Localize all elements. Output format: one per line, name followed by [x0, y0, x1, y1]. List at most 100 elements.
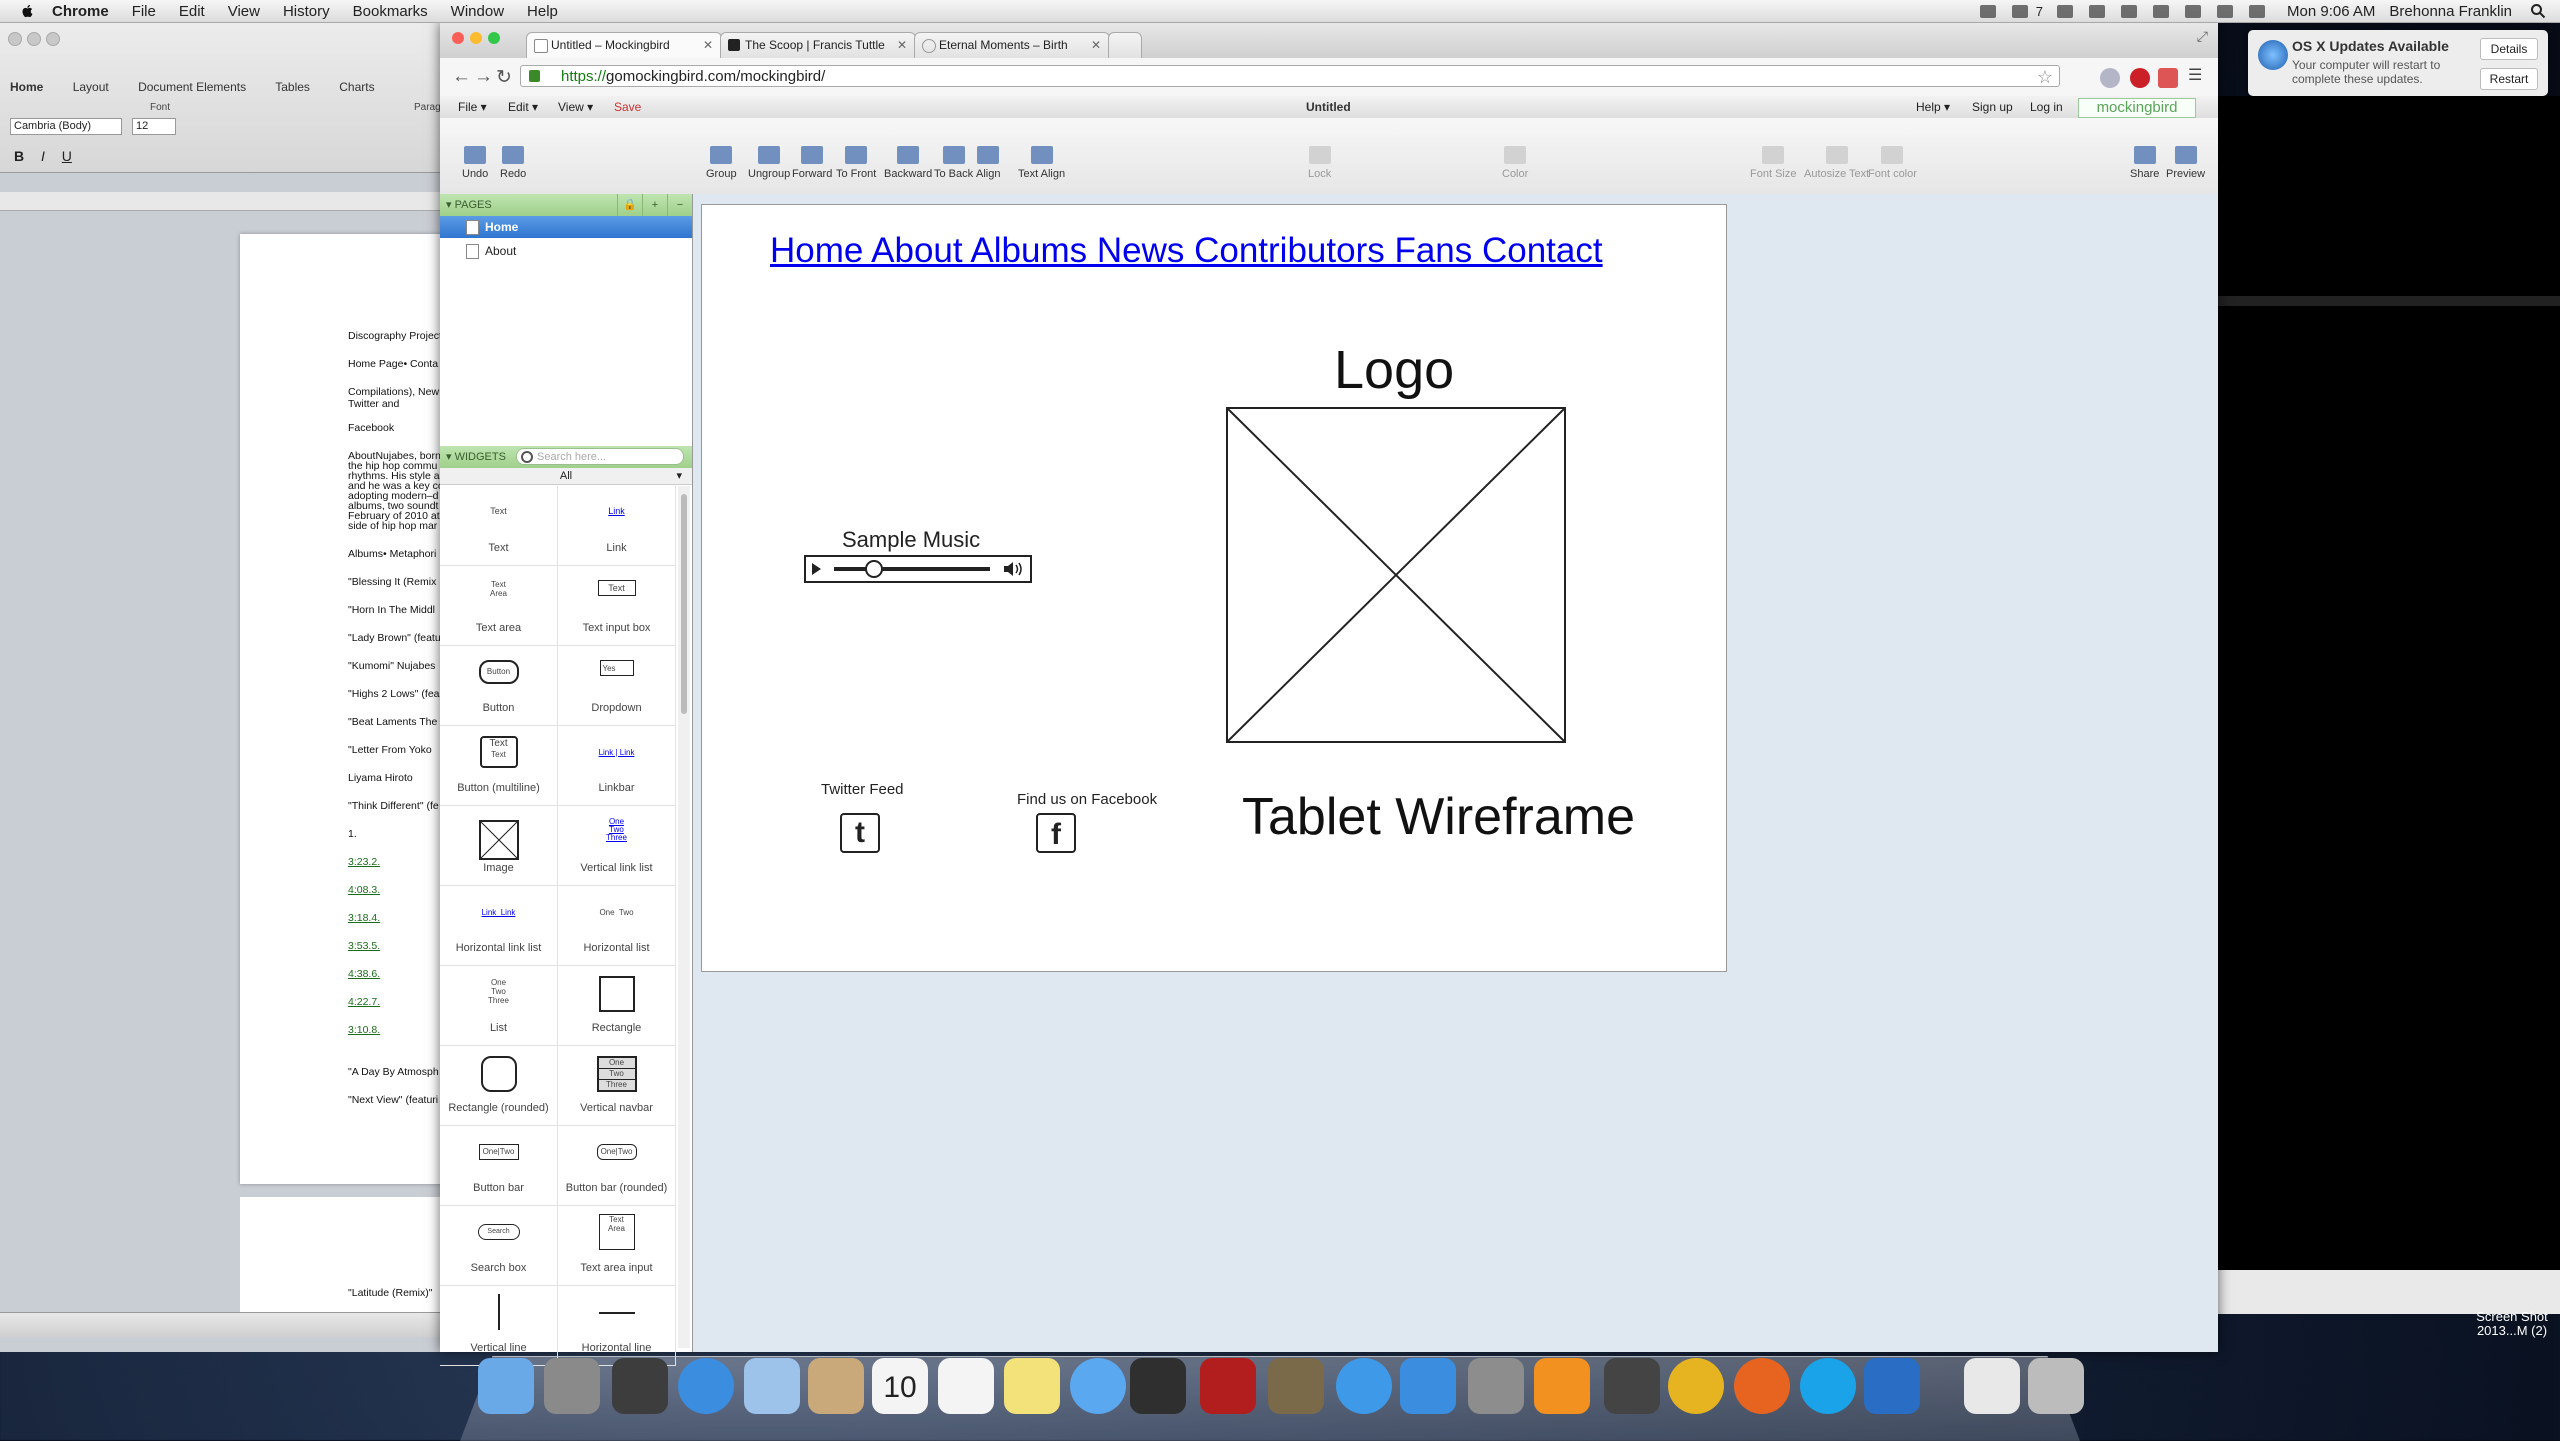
- pages-header[interactable]: ▾ PAGES 🔒 + −: [440, 194, 692, 216]
- widget-text-input-box[interactable]: Text Text input box: [558, 566, 676, 646]
- widget-list[interactable]: One Two Three List: [440, 966, 558, 1046]
- wireframe-tablet-label[interactable]: Tablet Wireframe: [1242, 787, 1635, 847]
- toolbar-button-preview[interactable]: Preview: [2166, 146, 2205, 180]
- save-link[interactable]: Save: [614, 100, 641, 114]
- menubar-clock[interactable]: Mon 9:06 AM: [2287, 3, 2375, 20]
- widget-text[interactable]: Text Text: [440, 486, 558, 566]
- widget-text-area[interactable]: Text Area Text area: [440, 566, 558, 646]
- time-machine-icon[interactable]: [2121, 4, 2138, 18]
- sign-up-link[interactable]: Sign up: [1972, 100, 2013, 114]
- page-item-home[interactable]: Home: [440, 216, 692, 238]
- menubar-help[interactable]: Help: [527, 3, 558, 20]
- toolbar-button-backward[interactable]: Backward: [884, 146, 932, 180]
- document-title[interactable]: Untitled: [1306, 100, 1351, 114]
- toolbar-button-to-back[interactable]: To Back: [934, 146, 973, 180]
- word-ruler[interactable]: [0, 192, 455, 211]
- reload-icon[interactable]: ↻: [496, 66, 512, 89]
- lock-page-icon[interactable]: 🔒: [617, 194, 642, 216]
- airplay-icon[interactable]: [2089, 4, 2106, 18]
- wireframe-audio-player[interactable]: [804, 555, 1032, 583]
- close-tab-icon[interactable]: ✕: [897, 33, 907, 57]
- word-page-2[interactable]: "Latitude (Remix)""F.I.L.O." (featurin: [240, 1197, 455, 1327]
- widget-button-bar-rounded[interactable]: One|Two Button bar (rounded): [558, 1126, 676, 1206]
- minimize-window-icon[interactable]: [470, 32, 482, 44]
- close-tab-icon[interactable]: ✕: [703, 33, 713, 57]
- facebook-icon[interactable]: f: [1036, 813, 1076, 853]
- bookmark-star-icon[interactable]: ☆: [2037, 66, 2053, 88]
- wireframe-nav-links[interactable]: Home About Albums News Contributors Fans…: [770, 231, 1603, 271]
- widgets-header[interactable]: ▾ WIDGETS Search here...: [440, 446, 692, 468]
- ribbon-tab-home[interactable]: Home: [10, 80, 43, 94]
- menubar-window[interactable]: Window: [451, 3, 504, 20]
- italic-button[interactable]: I: [41, 148, 45, 164]
- toolbar-button-to-front[interactable]: To Front: [836, 146, 876, 180]
- adobe-icon[interactable]: [2011, 4, 2028, 18]
- word-page[interactable]: Discography Project Home Page• Conta Compi…: [240, 234, 455, 1184]
- widget-link[interactable]: Link Link: [558, 486, 676, 566]
- photo-booth-icon[interactable]: [1200, 1358, 1256, 1414]
- widget-vertical-line[interactable]: Vertical line: [440, 1286, 558, 1366]
- trash-icon[interactable]: [2028, 1358, 2084, 1414]
- reminders-icon[interactable]: [938, 1358, 994, 1414]
- mission-control-icon[interactable]: [612, 1358, 668, 1414]
- ribbon-tab-tables[interactable]: Tables: [275, 80, 310, 94]
- widget-linkbar[interactable]: Link | Link Linkbar: [558, 726, 676, 806]
- widget-button-bar[interactable]: One|Two Button bar: [440, 1126, 558, 1206]
- fullscreen-icon[interactable]: ⤢: [2197, 28, 2208, 45]
- restart-button[interactable]: Restart: [2480, 68, 2538, 90]
- vlc-icon[interactable]: [1534, 1358, 1590, 1414]
- back-icon[interactable]: ←: [452, 66, 471, 88]
- remove-page-button[interactable]: −: [667, 194, 692, 216]
- facetime-icon[interactable]: [1130, 1358, 1186, 1414]
- mail-icon[interactable]: [744, 1358, 800, 1414]
- toolbar-button-font-size[interactable]: Font Size: [1750, 146, 1796, 180]
- volume-icon[interactable]: [2249, 4, 2266, 18]
- desktop-screenshot-file[interactable]: Screen Shot 2013...M (2): [2462, 1310, 2560, 1338]
- chrome-icon[interactable]: [1668, 1358, 1724, 1414]
- log-in-link[interactable]: Log in: [2030, 100, 2063, 114]
- collapse-arrow-icon[interactable]: ▾: [446, 199, 452, 211]
- toolbar-button-lock[interactable]: Lock: [1308, 146, 1331, 180]
- app-menu-view[interactable]: View ▾: [558, 100, 593, 114]
- menubar-edit[interactable]: Edit: [179, 3, 205, 20]
- toolbar-button-forward[interactable]: Forward: [792, 146, 832, 180]
- menubar-view[interactable]: View: [228, 3, 260, 20]
- safari-icon[interactable]: [678, 1358, 734, 1414]
- firefox-icon[interactable]: [1734, 1358, 1790, 1414]
- toolbar-button-ungroup[interactable]: Ungroup: [748, 146, 790, 180]
- widget-text-area-input[interactable]: Text Area Text area input: [558, 1206, 676, 1286]
- eject-icon[interactable]: [2153, 4, 2170, 18]
- menubar-file[interactable]: File: [132, 3, 156, 20]
- app-menu-edit[interactable]: Edit ▾: [508, 100, 538, 114]
- toolbar-button-color[interactable]: Color: [1502, 146, 1528, 180]
- menubar-bookmarks[interactable]: Bookmarks: [353, 3, 428, 20]
- widget-rectangle-rounded[interactable]: Rectangle (rounded): [440, 1046, 558, 1126]
- menubar-history[interactable]: History: [283, 3, 330, 20]
- underline-button[interactable]: U: [62, 148, 72, 164]
- help-menu[interactable]: Help ▾: [1916, 100, 1950, 114]
- toolbar-button-text-align[interactable]: Text Align: [1018, 146, 1065, 180]
- system-preferences-icon[interactable]: [1468, 1358, 1524, 1414]
- bold-button[interactable]: B: [14, 148, 24, 164]
- ribbon-tab-document-elements[interactable]: Document Elements: [138, 80, 246, 94]
- toolbar-button-share[interactable]: Share: [2130, 146, 2159, 180]
- widget-button[interactable]: Button Button: [440, 646, 558, 726]
- widget-horizontal-link-list[interactable]: Link Link Horizontal link list: [440, 886, 558, 966]
- toolbar-button-group[interactable]: Group: [706, 146, 737, 180]
- wireframe-logo-image[interactable]: [1226, 407, 1566, 743]
- collapse-arrow-icon[interactable]: ▾: [446, 451, 452, 463]
- extension-new-icon[interactable]: [2158, 68, 2178, 88]
- toolbar-button-align[interactable]: Align: [976, 146, 1000, 180]
- toolbar-button-autosize-text[interactable]: Autosize Text: [1804, 146, 1869, 180]
- contacts-icon[interactable]: [808, 1358, 864, 1414]
- wireframe-sample-music-label[interactable]: Sample Music: [842, 527, 980, 553]
- font-name-select[interactable]: Cambria (Body): [10, 118, 122, 135]
- new-tab-button[interactable]: [1108, 32, 1142, 58]
- widget-button-multiline[interactable]: Text Text Button (multiline): [440, 726, 558, 806]
- toolbar-button-undo[interactable]: Undo: [462, 146, 488, 180]
- widget-horizontal-list[interactable]: One Two Horizontal list: [558, 886, 676, 966]
- chrome-menu-icon[interactable]: ☰: [2188, 65, 2202, 85]
- finder-icon[interactable]: [478, 1358, 534, 1414]
- page-item-about[interactable]: About: [440, 240, 692, 262]
- apple-menu-icon[interactable]: [18, 3, 38, 19]
